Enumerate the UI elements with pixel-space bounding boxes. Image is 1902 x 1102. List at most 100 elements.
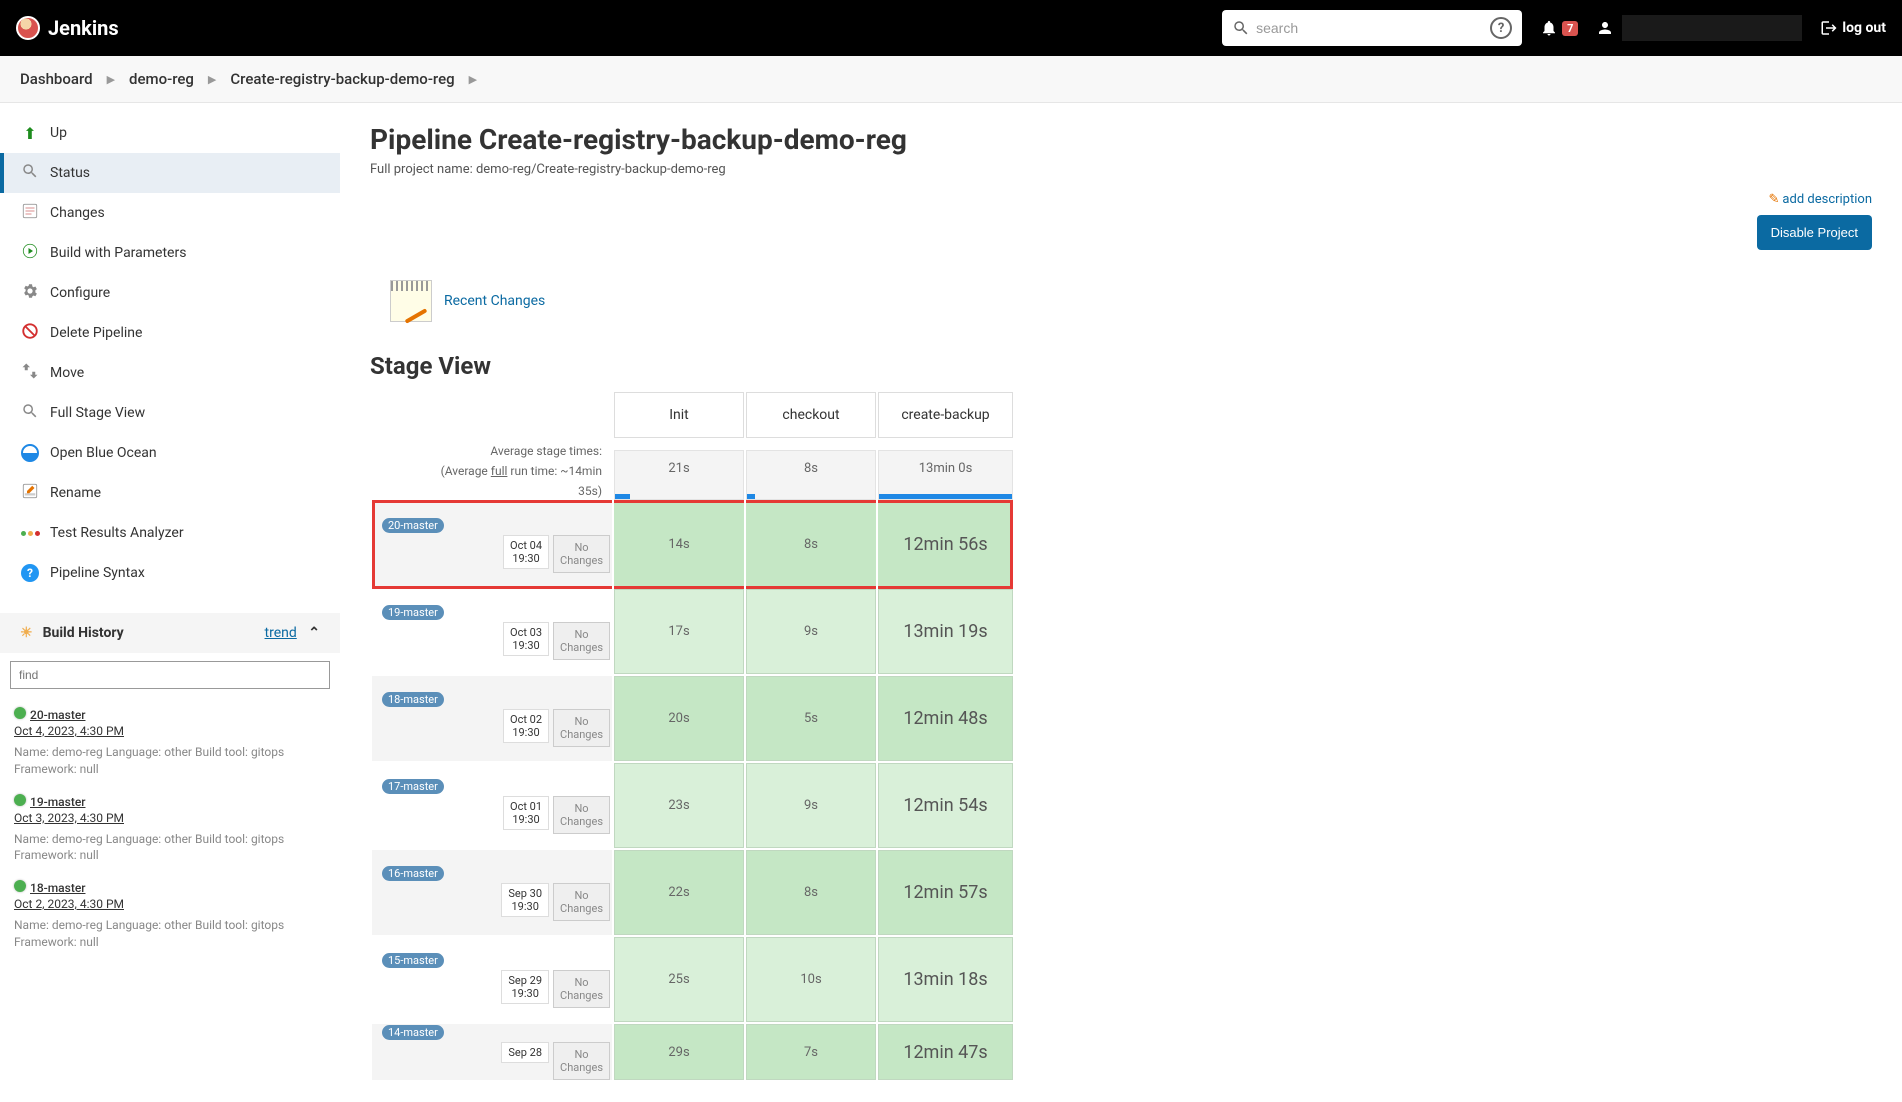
build-entry[interactable]: 18-masterOct 2, 2023, 4:30 PMName: demo-… xyxy=(10,874,330,961)
stage-cell-checkout[interactable]: 9s xyxy=(746,589,876,674)
sidebar-item-delete-pipeline[interactable]: Delete Pipeline xyxy=(0,313,340,353)
sidebar-item-open-blue-ocean[interactable]: Open Blue Ocean xyxy=(0,433,340,473)
stage-cell-checkout[interactable]: 8s xyxy=(746,502,876,587)
build-desc: Name: demo-reg Language: other Build too… xyxy=(14,744,326,778)
help-icon[interactable]: ? xyxy=(1490,17,1512,39)
stage-cell-init[interactable]: 29s xyxy=(614,1024,744,1080)
stage-run-row[interactable]: 17-masterOct 0119:30NoChanges23s9s12min … xyxy=(372,763,1013,848)
sidebar-item-build-with-parameters[interactable]: Build with Parameters xyxy=(0,233,340,273)
sidebar-item-label: Rename xyxy=(50,485,101,501)
build-name[interactable]: 19-master xyxy=(30,795,85,809)
stage-cell-backup[interactable]: 12min 56s xyxy=(878,502,1013,587)
avg-full-runtime-value: 35s) xyxy=(372,480,612,500)
breadcrumb-job[interactable]: Create-registry-backup-demo-reg xyxy=(230,70,454,88)
stage-cell-checkout[interactable]: 5s xyxy=(746,676,876,761)
search-box[interactable]: ? xyxy=(1222,10,1522,46)
user-menu[interactable] xyxy=(1596,15,1802,41)
stage-cell-checkout[interactable]: 9s xyxy=(746,763,876,848)
logout-link[interactable]: log out xyxy=(1820,19,1886,37)
sun-icon: ☀ xyxy=(20,625,33,641)
stage-cell-checkout[interactable]: 7s xyxy=(746,1024,876,1080)
rename-icon xyxy=(21,482,39,504)
build-history-title: Build History xyxy=(43,625,124,641)
trend-link[interactable]: trend xyxy=(265,625,297,641)
notepad-icon xyxy=(390,280,432,322)
sidebar-item-test-results-analyzer[interactable]: Test Results Analyzer xyxy=(0,513,340,553)
stage-cell-init[interactable]: 22s xyxy=(614,850,744,935)
chevron-up-icon[interactable]: ⌃ xyxy=(308,625,320,641)
changes-icon xyxy=(21,202,39,224)
add-description-link[interactable]: ✎ add description xyxy=(1769,192,1872,207)
build-entry[interactable]: 20-master Oct 4, 2023, 4:30 PM Name: demo-… xyxy=(10,701,330,788)
disable-project-button[interactable]: Disable Project xyxy=(1757,215,1872,250)
run-changes: NoChanges xyxy=(553,709,610,747)
sidebar-item-configure[interactable]: Configure xyxy=(0,273,340,313)
build-name[interactable]: 20-master xyxy=(30,708,85,722)
brand-text: Jenkins xyxy=(48,16,119,40)
build-desc: Name: demo-reg Language: other Build too… xyxy=(14,831,326,865)
avg-stage-times-label: Average stage times: xyxy=(372,440,612,460)
logout-icon xyxy=(1820,19,1838,37)
stage-run-row[interactable]: 14-masterSep 28NoChanges29s7s12min 47s xyxy=(372,1024,1013,1080)
stage-cell-init[interactable]: 23s xyxy=(614,763,744,848)
build-date[interactable]: Oct 4, 2023, 4:30 PM xyxy=(14,724,326,738)
stage-header-checkout: checkout xyxy=(746,392,876,438)
success-ball-icon xyxy=(14,707,26,719)
stage-cell-init[interactable]: 20s xyxy=(614,676,744,761)
stage-cell-backup[interactable]: 12min 54s xyxy=(878,763,1013,848)
sidebar-item-rename[interactable]: Rename xyxy=(0,473,340,513)
recent-changes-link[interactable]: Recent Changes xyxy=(444,293,545,309)
sidebar-item-up[interactable]: ⬆Up xyxy=(0,113,340,153)
stage-run-row[interactable]: 16-masterSep 3019:30NoChanges22s8s12min … xyxy=(372,850,1013,935)
notif-badge: 7 xyxy=(1562,21,1578,36)
run-changes: NoChanges xyxy=(553,883,610,921)
build-entry[interactable]: 19-master Oct 3, 2023, 4:30 PM Name: demo-… xyxy=(10,788,330,875)
sidebar-item-changes[interactable]: Changes xyxy=(0,193,340,233)
run-date: Oct 0319:30 xyxy=(503,622,549,656)
stage-cell-init[interactable]: 14s xyxy=(614,502,744,587)
avg-init: 21s xyxy=(615,451,743,476)
stage-run-row[interactable]: 20-masterOct 0419:30NoChanges14s8s12min … xyxy=(372,502,1013,587)
breadcrumb-demo-reg[interactable]: demo-reg xyxy=(129,70,194,88)
stage-run-row[interactable]: 18-masterOct 0219:30NoChanges20s5s12min … xyxy=(372,676,1013,761)
stage-cell-backup[interactable]: 12min 48s xyxy=(878,676,1013,761)
stage-run-row[interactable]: 15-masterSep 2919:30NoChanges25s10s13min… xyxy=(372,937,1013,1022)
sidebar-item-label: Pipeline Syntax xyxy=(50,565,145,581)
build-date[interactable]: Oct 3, 2023, 4:30 PM xyxy=(14,811,326,825)
sidebar-item-pipeline-syntax[interactable]: ?Pipeline Syntax xyxy=(0,553,340,593)
sidebar-item-status[interactable]: Status xyxy=(0,153,340,193)
build-date[interactable]: Oct 2, 2023, 4:30 PM xyxy=(14,897,326,911)
run-badge: 15-master xyxy=(382,953,444,968)
stage-cell-checkout[interactable]: 10s xyxy=(746,937,876,1022)
stage-run-row[interactable]: 19-masterOct 0319:30NoChanges17s9s13min … xyxy=(372,589,1013,674)
build-find-input[interactable] xyxy=(10,661,330,689)
notifications[interactable]: 7 xyxy=(1540,18,1578,38)
run-changes: NoChanges xyxy=(553,1042,610,1080)
chevron-right-icon: ▶ xyxy=(469,73,477,86)
jenkins-logo[interactable]: Jenkins xyxy=(16,16,119,40)
avg-checkout: 8s xyxy=(747,451,875,476)
no-entry-icon xyxy=(21,322,39,344)
stage-cell-checkout[interactable]: 8s xyxy=(746,850,876,935)
run-badge: 18-master xyxy=(382,692,444,707)
stage-cell-backup[interactable]: 13min 19s xyxy=(878,589,1013,674)
run-date: Oct 0419:30 xyxy=(503,535,549,569)
run-changes: NoChanges xyxy=(553,796,610,834)
sidebar-item-label: Test Results Analyzer xyxy=(50,525,184,541)
breadcrumb-dashboard[interactable]: Dashboard xyxy=(20,70,93,88)
run-changes: NoChanges xyxy=(553,970,610,1008)
search-input[interactable] xyxy=(1256,20,1484,36)
run-badge: 19-master xyxy=(382,605,444,620)
stage-cell-init[interactable]: 25s xyxy=(614,937,744,1022)
stage-cell-backup[interactable]: 12min 47s xyxy=(878,1024,1013,1080)
stage-cell-init[interactable]: 17s xyxy=(614,589,744,674)
sidebar-item-label: Configure xyxy=(50,285,110,301)
sidebar-item-full-stage-view[interactable]: Full Stage View xyxy=(0,393,340,433)
build-name[interactable]: 18-master xyxy=(30,881,85,895)
gear-icon xyxy=(21,282,39,304)
sidebar-item-move[interactable]: Move xyxy=(0,353,340,393)
breadcrumb-bar: Dashboard ▶ demo-reg ▶ Create-registry-b… xyxy=(0,56,1902,103)
stage-cell-backup[interactable]: 12min 57s xyxy=(878,850,1013,935)
test-analyzer-icon xyxy=(21,531,40,536)
stage-cell-backup[interactable]: 13min 18s xyxy=(878,937,1013,1022)
